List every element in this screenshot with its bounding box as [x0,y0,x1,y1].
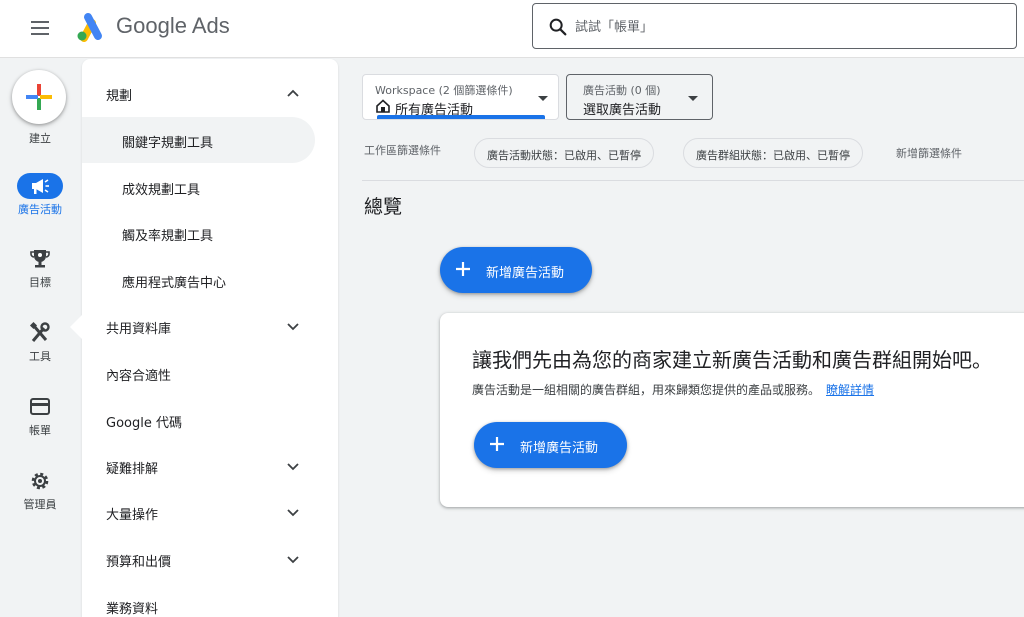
rail-item-campaigns[interactable]: 廣告活動 [0,173,80,217]
menu-item-planning[interactable]: 規劃 [82,70,338,116]
filter-chip-ad-group-status[interactable]: 廣告群組狀態：已啟用、已暫停 [683,138,863,168]
main-content: Workspace (2 個篩選條件) 所有廣告活動 廣告活動 (0 個) 選取… [338,59,1024,617]
menu-item-label: 預算和出價 [106,555,172,570]
new-campaign-button[interactable]: 新增廣告活動 [440,247,592,293]
card-new-campaign-button-label: 新增廣告活動 [520,441,599,456]
plus-colored-icon [26,84,52,110]
campaign-filter-dropdown[interactable]: 廣告活動 (0 個) 選取廣告活動 [566,74,713,120]
selected-indicator [377,115,545,119]
plus-icon [456,262,470,276]
create-label: 建立 [29,132,51,145]
learn-more-link[interactable]: 瞭解詳情 [826,383,874,397]
menu-item-label: 共用資料庫 [106,322,172,337]
dropdown-arrow-icon [688,96,698,101]
menu-item-performance-planner[interactable]: 成效規劃工具 [82,164,338,210]
menu-item-troubleshooting[interactable]: 疑難排解 [82,443,338,489]
rail-item-tools[interactable]: 工具 [0,320,80,364]
page-title: 總覽 [364,196,403,218]
menu-item-label: 大量操作 [106,508,159,523]
google-ads-logo-icon [77,13,102,42]
menu-item-label: 業務資料 [106,602,159,617]
card-new-campaign-button[interactable]: 新增廣告活動 [474,422,627,468]
search-input[interactable] [575,12,995,42]
campaign-filter-value: 選取廣告活動 [583,103,662,118]
credit-card-icon [30,398,50,415]
menu-item-budgets-and-bidding[interactable]: 預算和出價 [82,536,338,582]
dropdown-arrow-icon [538,96,548,101]
chevron-down-icon [287,509,299,517]
create-button[interactable] [12,70,66,124]
menu-item-label: 關鍵字規劃工具 [122,136,214,151]
menu-item-label: 疑難排解 [106,462,159,477]
menu-item-label: Google 代碼 [106,416,182,431]
tools-menu-panel: 規劃 關鍵字規劃工具 成效規劃工具 觸及率規劃工具 應用程式廣告中心 共用資料庫… [70,59,338,617]
workspace-filters-label: 工作區篩選條件 [364,144,441,157]
menu-item-app-advertising-hub[interactable]: 應用程式廣告中心 [82,257,338,303]
chevron-down-icon [287,463,299,471]
chevron-up-icon [287,89,299,97]
hamburger-menu-icon[interactable] [28,16,52,40]
menu-item-content-suitability[interactable]: 內容合適性 [82,350,338,396]
search-box[interactable] [532,3,1017,49]
menu-item-label: 規劃 [106,89,133,104]
gear-icon [31,472,49,490]
plus-icon [490,437,504,451]
megaphone-icon [32,179,49,194]
rail-item-goals[interactable]: 目標 [0,246,80,290]
menu-item-label: 應用程式廣告中心 [122,276,227,291]
rail-label-admin: 管理員 [23,498,57,511]
menu-item-label: 內容合適性 [106,369,172,384]
menu-item-bulk-actions[interactable]: 大量操作 [82,489,338,535]
product-name: Google Ads [116,13,230,38]
empty-state-title: 讓我們先由為您的商家建立新廣告活動和廣告群組開始吧。 [472,348,992,372]
filter-chip-campaign-status[interactable]: 廣告活動狀態：已啟用、已暫停 [474,138,654,168]
rail-label-goals: 目標 [29,276,51,289]
chevron-down-icon [287,323,299,331]
workspace-filter-dropdown[interactable]: Workspace (2 個篩選條件) 所有廣告活動 [362,74,559,120]
menu-item-business-data[interactable]: 業務資料 [82,583,338,617]
new-campaign-button-label: 新增廣告活動 [486,266,565,281]
campaign-filter-label: 廣告活動 (0 個) [583,84,661,97]
workspace-filter-label: Workspace (2 個篩選條件) [375,84,513,97]
menu-item-label: 成效規劃工具 [122,183,201,198]
home-icon [376,99,390,113]
rail-label-billing: 帳單 [29,424,51,437]
empty-state-card: 讓我們先由為您的商家建立新廣告活動和廣告群組開始吧。 廣告活動是一組相關的廣告群… [440,313,1024,507]
menu-item-google-tag[interactable]: Google 代碼 [82,397,338,443]
menu-pointer [70,315,82,339]
divider [362,180,1024,181]
search-icon [549,18,567,36]
top-app-bar: Google Ads [0,0,1024,58]
rail-label-tools: 工具 [29,350,51,363]
rail-item-billing[interactable]: 帳單 [0,394,80,438]
menu-item-keyword-planner[interactable]: 關鍵字規劃工具 [82,117,315,163]
empty-state-description-text: 廣告活動是一組相關的廣告群組，用來歸類您提供的產品或服務。 [472,383,821,397]
rail-item-admin[interactable]: 管理員 [0,468,80,512]
menu-item-reach-planner[interactable]: 觸及率規劃工具 [82,210,338,256]
chevron-down-icon [287,556,299,564]
add-filter-button[interactable]: 新增篩選條件 [896,145,962,161]
rail-label-campaigns: 廣告活動 [18,203,62,216]
trophy-icon [30,250,50,268]
empty-state-description: 廣告活動是一組相關的廣告群組，用來歸類您提供的產品或服務。 瞭解詳情 [472,381,874,398]
menu-item-label: 觸及率規劃工具 [122,229,214,244]
menu-item-shared-library[interactable]: 共用資料庫 [82,303,338,349]
tools-icon [29,321,50,342]
